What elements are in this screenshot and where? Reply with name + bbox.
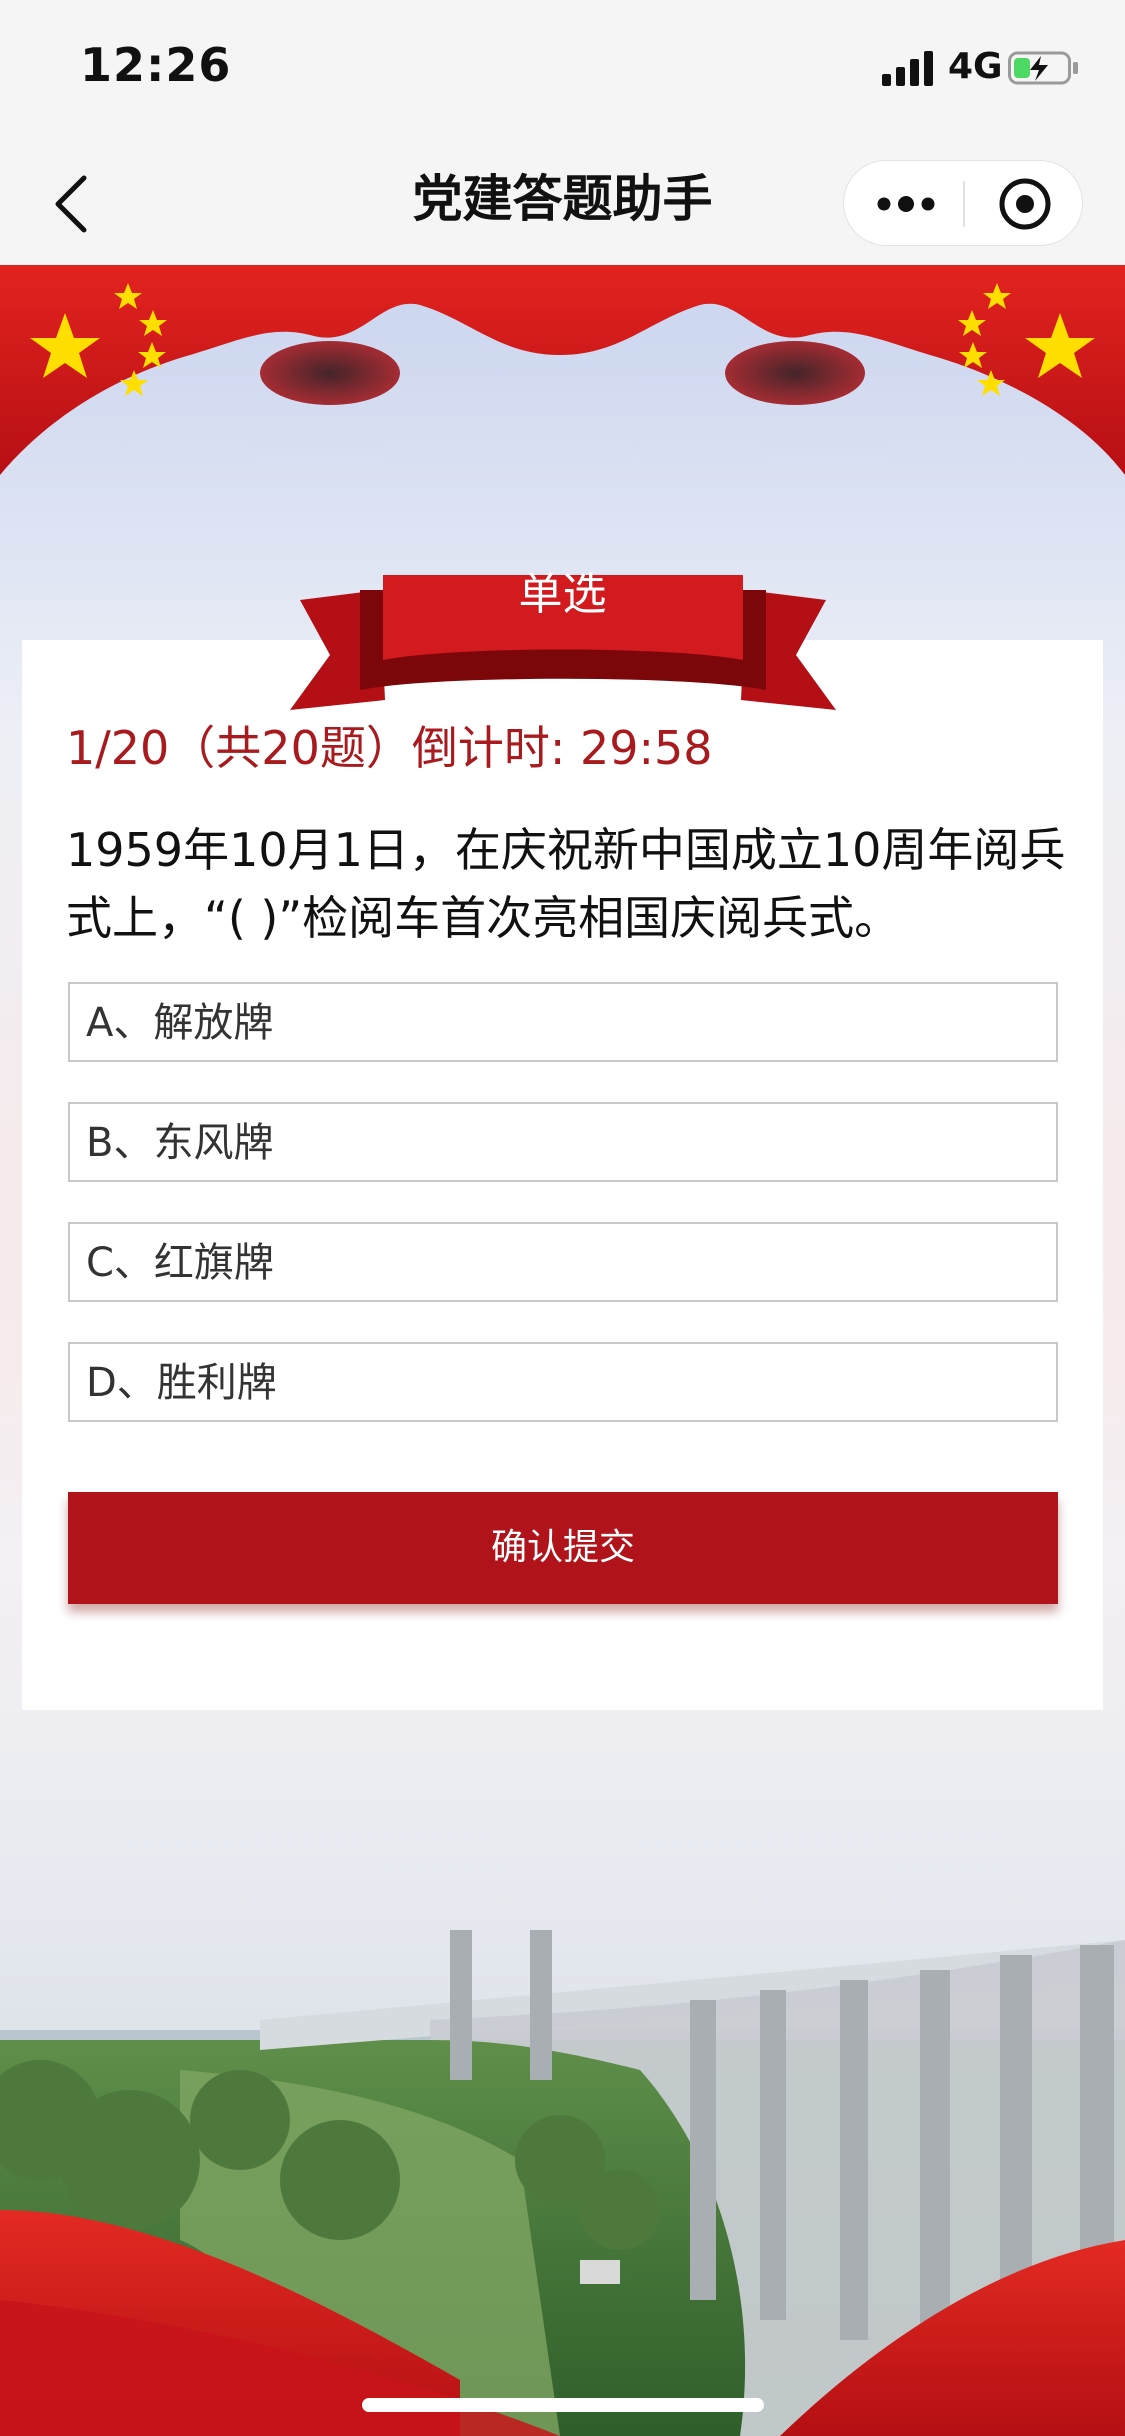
mini-program-capsule (843, 160, 1083, 246)
option-a[interactable]: A、解放牌 (68, 982, 1058, 1062)
submit-button[interactable]: 确认提交 (68, 1492, 1058, 1604)
signal-icon (882, 51, 933, 86)
status-time: 12:26 (80, 38, 232, 92)
bridge-scenery-image (0, 1740, 1125, 2436)
option-d[interactable]: D、胜利牌 (68, 1342, 1058, 1422)
more-dots-icon[interactable] (844, 161, 963, 247)
progress-countdown: 1/20（共20题）倒计时: 29:58 (66, 721, 713, 775)
network-type: 4G (948, 46, 1003, 87)
option-label: A、解放牌 (86, 1000, 274, 1046)
question-text: 1959年10月1日，在庆祝新中国成立10周年阅兵式上，“( )”检阅车首次亮相… (66, 823, 1066, 945)
submit-label: 确认提交 (490, 1527, 635, 1568)
question-type-label: 单选 (518, 569, 607, 620)
option-label: C、红旗牌 (86, 1240, 274, 1286)
option-label: D、胜利牌 (86, 1360, 277, 1406)
flag-banner-top (0, 265, 1125, 475)
status-bar: 12:26 4G (0, 0, 1125, 140)
option-c[interactable]: C、红旗牌 (68, 1222, 1058, 1302)
option-b[interactable]: B、东风牌 (68, 1102, 1058, 1182)
target-close-icon[interactable] (965, 161, 1084, 247)
battery-charging-icon (1008, 51, 1078, 85)
nav-bar: 党建答题助手 (0, 140, 1125, 265)
home-indicator (362, 2398, 764, 2412)
option-label: B、东风牌 (86, 1120, 274, 1166)
